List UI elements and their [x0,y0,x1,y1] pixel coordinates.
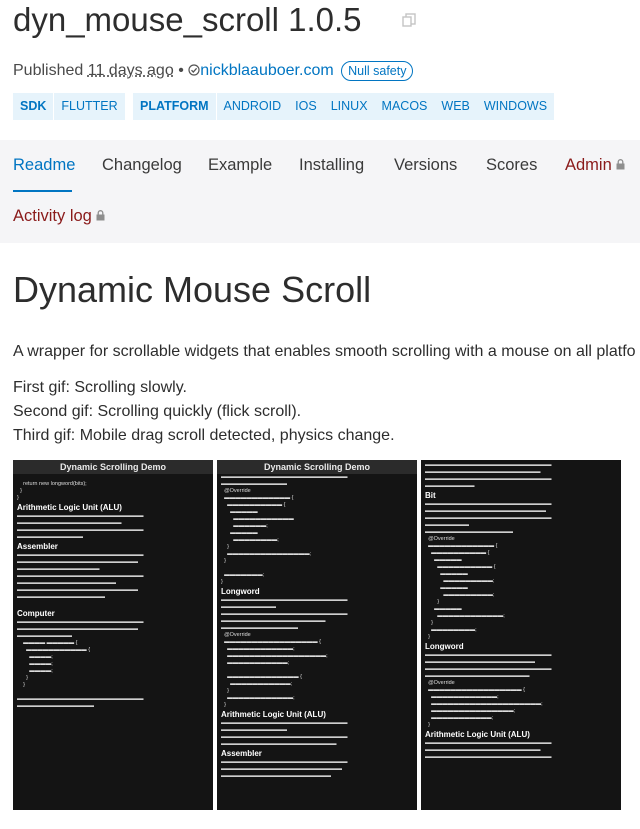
active-tab-indicator [13,190,72,192]
publisher-link[interactable]: nickblaauboer.com [200,62,333,79]
gif-1-heading-alu: Arithmetic Logic Unit (ALU) [17,503,122,512]
gif-2-heading-longword: Longword [221,587,260,596]
readme-intro: A wrapper for scrollable widgets that en… [13,343,636,360]
null-safety-badge[interactable]: Null safety [341,61,414,81]
platform-macos[interactable]: MACOS [375,93,435,120]
gif-1-heading-computer: Computer [17,609,55,618]
gif-3-heading-bit: Bit [425,491,436,500]
platform-web[interactable]: WEB [434,93,476,120]
platform-tags: PLATFORM ANDROID IOS LINUX MACOS WEB WIN… [133,93,555,120]
demo-gif-flick-scroll: Dynamic Scrolling Demo ▬▬▬▬▬▬▬▬▬▬▬▬▬▬▬▬▬… [217,460,417,810]
gif-1-header: Dynamic Scrolling Demo [13,460,213,474]
gif-caption-1: First gif: Scrolling slowly. [13,379,187,396]
package-title: dyn_mouse_scroll 1.0.5 [13,1,362,38]
tab-changelog[interactable]: Changelog [102,156,182,175]
gif-3-heading-longword: Longword [425,642,464,651]
gif-3-heading-alu: Arithmetic Logic Unit (ALU) [425,730,530,739]
readme-heading: Dynamic Mouse Scroll [13,269,372,310]
tab-admin-label: Admin [565,156,612,174]
gif-2-header: Dynamic Scrolling Demo [217,460,417,474]
platform-label[interactable]: PLATFORM [133,93,216,120]
demo-gif-slow-scroll: Dynamic Scrolling Demo return new longwo… [13,460,213,810]
sdk-tags: SDK FLUTTER [13,93,125,120]
tab-admin[interactable]: Admin [565,156,625,175]
copy-icon[interactable] [402,13,416,27]
tab-activity-log-label: Activity log [13,207,92,225]
lock-icon [616,159,625,170]
tab-versions[interactable]: Versions [394,156,457,175]
sdk-label[interactable]: SDK [13,93,53,120]
publish-meta: Published 11 days ago • nickblaauboer.co… [13,60,414,82]
platform-ios[interactable]: IOS [288,93,324,120]
lock-icon [96,210,105,221]
tab-installing[interactable]: Installing [299,156,364,175]
tab-bar: Readme Changelog Example Installing Vers… [0,140,640,243]
gif-caption-3: Third gif: Mobile drag scroll detected, … [13,427,395,444]
tab-scores[interactable]: Scores [486,156,537,175]
platform-windows[interactable]: WINDOWS [477,93,554,120]
tab-activity-log[interactable]: Activity log [13,207,105,226]
gif-caption-2: Second gif: Scrolling quickly (flick scr… [13,403,302,420]
gif-2-heading-alu: Arithmetic Logic Unit (ALU) [221,710,326,719]
tab-readme[interactable]: Readme [13,156,75,175]
gif-1-heading-assembler: Assembler [17,542,58,551]
gif-2-heading-assembler: Assembler [221,749,262,758]
tab-example[interactable]: Example [208,156,272,175]
platform-linux[interactable]: LINUX [324,93,375,120]
meta-bullet: • [178,62,184,79]
sdk-flutter[interactable]: FLUTTER [54,93,124,120]
demo-gif-mobile-drag: ▬▬▬▬▬▬▬▬▬▬▬▬▬▬▬▬▬▬▬▬▬▬▬ ▬▬▬▬▬▬▬▬▬▬▬▬▬▬▬▬… [421,460,621,810]
published-label: Published [13,62,84,79]
verified-publisher-icon [188,64,200,76]
published-ago: 11 days ago [87,62,174,79]
platform-android[interactable]: ANDROID [217,93,289,120]
